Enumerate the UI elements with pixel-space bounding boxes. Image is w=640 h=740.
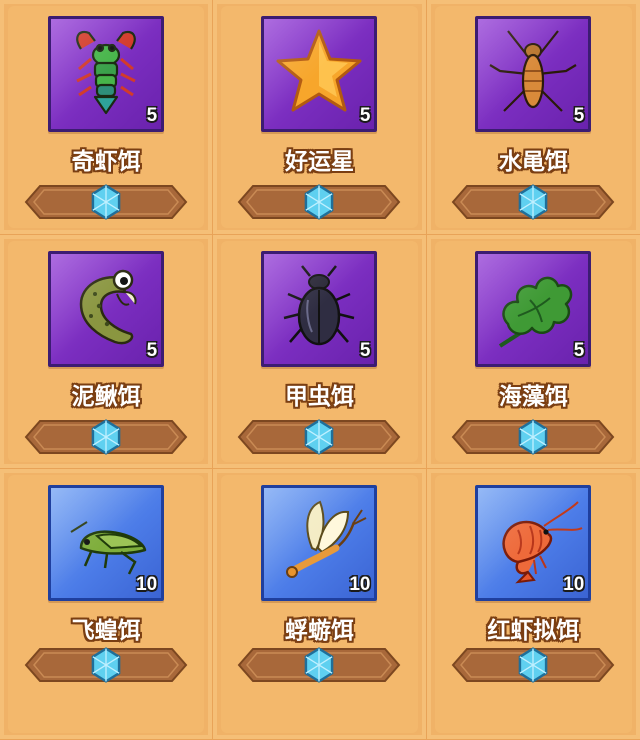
item-name: 飞蝗饵 [71,618,141,644]
item-icon-frame: 5 [48,251,165,367]
item-name: 水黾饵 [498,149,568,175]
item-count: 10 [136,574,158,595]
shop-item[interactable]: 5 海藻饵 40 [426,235,640,469]
loach-icon [79,269,137,345]
lucky-star-icon [276,29,362,112]
beetle-icon [284,265,355,346]
water-strider-icon [489,30,577,112]
diamond-gem-icon [305,647,334,683]
item-icon-frame: 5 [261,16,378,132]
item-name: 奇虾饵 [71,149,141,175]
price-plate: 40 [451,419,615,455]
item-icon-frame: 5 [475,16,592,132]
shop-item[interactable]: 10 蜉蝣饵 20 [213,469,427,740]
diamond-gem-icon [518,184,548,220]
item-count: 5 [146,340,158,361]
item-count: 5 [573,340,585,361]
price-plate: 40 [237,184,401,220]
diamond-gem-icon [305,184,334,220]
shop-item[interactable]: 5 好运星 40 [213,0,427,235]
price-plate: 40 [24,419,188,455]
item-count: 10 [349,574,371,595]
mantis-shrimp-icon [76,30,136,115]
price-plate: 40 [24,184,188,220]
shop-item[interactable]: 5 泥鳅饵 40 [0,235,214,469]
item-count: 5 [146,105,158,126]
item-icon-frame: 5 [261,251,378,367]
shop-item[interactable]: 5 水黾饵 40 [426,0,640,235]
item-name: 甲虫饵 [284,384,354,410]
diamond-gem-icon [91,647,121,683]
price-plate: 20 [451,647,615,683]
item-name: 海藻饵 [498,384,568,410]
diamond-gem-icon [91,419,121,455]
item-name: 红虾拟饵 [487,618,580,644]
diamond-gem-icon [305,419,334,455]
item-name: 泥鳅饵 [71,384,141,410]
item-icon-frame: 10 [48,485,165,601]
shop-item[interactable]: 5 甲虫饵 40 [213,235,427,469]
item-count: 5 [573,105,585,126]
shop-grid: 5 奇虾饵 40 5 好运星 40 [0,0,640,740]
item-count: 5 [359,105,371,126]
shop-item[interactable]: 10 飞蝗饵 30 [0,469,214,740]
item-name: 好运星 [284,149,354,175]
price-plate: 30 [24,647,188,683]
item-count: 10 [563,574,585,595]
item-count: 5 [359,340,371,361]
item-icon-frame: 10 [475,485,592,601]
diamond-gem-icon [518,419,548,455]
item-icon-frame: 10 [261,485,378,601]
shop-item[interactable]: 10 红虾拟饵 20 [426,469,640,740]
seaweed-icon [499,276,573,348]
shop-item[interactable]: 5 奇虾饵 40 [0,0,214,235]
item-icon-frame: 5 [475,251,592,367]
diamond-gem-icon [91,184,121,220]
diamond-gem-icon [518,647,548,683]
item-icon-frame: 5 [48,16,165,132]
price-plate: 20 [237,647,401,683]
price-plate: 40 [237,419,401,455]
price-plate: 40 [451,184,615,220]
item-name: 蜉蝣饵 [284,618,354,644]
